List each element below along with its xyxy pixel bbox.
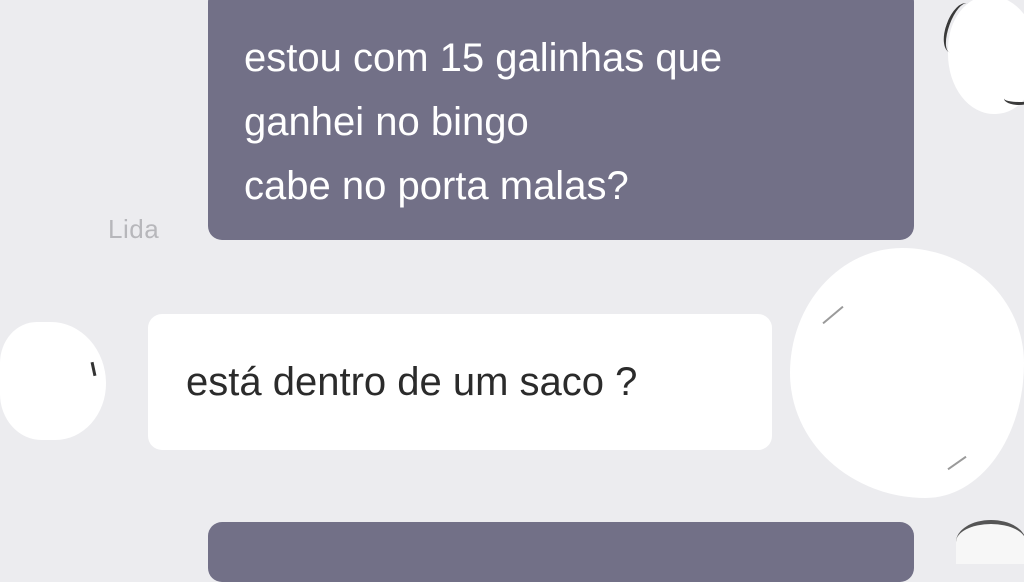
message-line: estou com 15 galinhas que xyxy=(244,36,723,80)
outgoing-message-bubble-partial[interactable] xyxy=(208,522,914,582)
message-line: cabe no porta malas? xyxy=(244,164,629,208)
redacted-avatar xyxy=(948,0,1024,114)
chat-thread: estou com 15 galinhas que ganhei no bing… xyxy=(0,0,1024,582)
outgoing-message-bubble[interactable]: estou com 15 galinhas que ganhei no bing… xyxy=(208,0,914,240)
redaction-blob xyxy=(790,248,1024,498)
sender-name-label: Lida xyxy=(108,214,160,244)
incoming-message-bubble[interactable]: está dentro de um saco ? xyxy=(148,314,772,450)
redacted-avatar xyxy=(0,322,106,440)
message-line: ganhei no bingo xyxy=(244,100,529,144)
avatar xyxy=(956,520,1024,564)
message-text: está dentro de um saco ? xyxy=(186,360,638,404)
